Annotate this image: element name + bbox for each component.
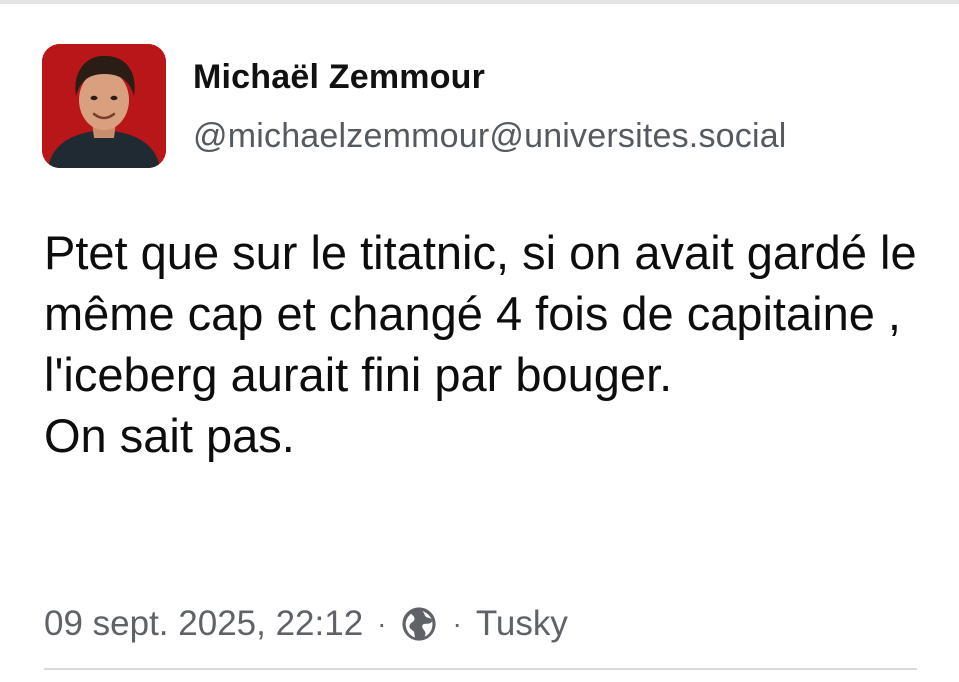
- post-meta: 09 sept. 2025, 22:12 · · Tusky: [44, 600, 568, 648]
- author-handle[interactable]: @michaelzemmour@universites.social: [193, 117, 787, 156]
- post-client[interactable]: Tusky: [476, 604, 568, 644]
- bottom-divider: [44, 668, 917, 670]
- post-timestamp[interactable]: 09 sept. 2025, 22:12: [44, 604, 363, 644]
- meta-separator: ·: [452, 608, 462, 639]
- avatar[interactable]: [42, 44, 166, 168]
- post-header: Michaël Zemmour @michaelzemmour@universi…: [42, 44, 922, 170]
- status-post[interactable]: Michaël Zemmour @michaelzemmour@universi…: [0, 0, 959, 682]
- meta-separator: ·: [377, 608, 387, 639]
- author-display-name[interactable]: Michaël Zemmour: [193, 58, 485, 97]
- post-content-paragraph: Ptet que sur le titatnic, si on avait ga…: [44, 226, 917, 401]
- globe-icon: [400, 605, 438, 643]
- post-content-paragraph: On sait pas.: [44, 409, 295, 462]
- post-content: Ptet que sur le titatnic, si on avait ga…: [44, 222, 924, 466]
